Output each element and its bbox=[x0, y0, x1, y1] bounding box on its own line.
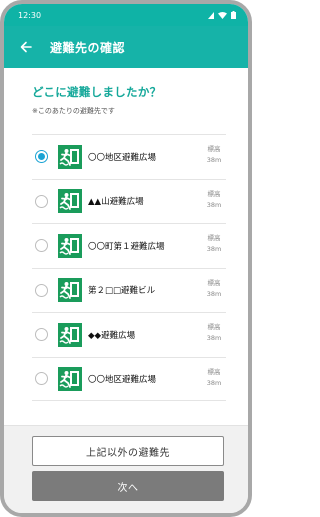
altitude: 標高 38m bbox=[204, 189, 224, 211]
status-bar: 12:30 bbox=[4, 4, 248, 26]
status-icons bbox=[208, 11, 236, 19]
radio-button[interactable] bbox=[35, 239, 48, 253]
altitude-value: 38m bbox=[206, 378, 222, 387]
note-text: ※このあたりの避難先です bbox=[32, 107, 115, 115]
radio-button[interactable] bbox=[35, 372, 48, 386]
evacuation-site-icon bbox=[58, 144, 82, 169]
radio-selected-dot bbox=[38, 153, 45, 161]
evacuation-site-row[interactable]: 〇〇地区避難広場 標高 38m bbox=[32, 356, 226, 401]
altitude-value: 38m bbox=[206, 245, 222, 253]
radio-button[interactable] bbox=[35, 150, 48, 164]
evacuation-site-row[interactable]: ▲▲山避難広場 標高 38m bbox=[32, 178, 226, 224]
evacuation-site-icon bbox=[58, 189, 82, 214]
question-heading: どこに避難しましたか？ bbox=[32, 85, 162, 99]
altitude-value: 38m bbox=[206, 156, 222, 164]
altitude: 標高 38m bbox=[204, 278, 224, 300]
sim-icon bbox=[208, 11, 214, 19]
status-time: 12:30 bbox=[18, 10, 42, 20]
altitude: 標高 38m bbox=[204, 233, 224, 255]
wifi-icon bbox=[218, 11, 227, 19]
battery-icon bbox=[231, 11, 236, 19]
arrow-left-icon bbox=[20, 41, 32, 53]
altitude: 標高 38m bbox=[204, 322, 224, 344]
evacuation-site-icon bbox=[58, 366, 82, 391]
app-bar: 避難先の確認 bbox=[4, 26, 248, 68]
other-site-button[interactable]: 上記以外の避難先 bbox=[32, 436, 224, 466]
altitude-value: 38m bbox=[206, 200, 222, 209]
altitude-value: 38m bbox=[206, 334, 222, 342]
evacuation-site-row[interactable]: 〇〇地区避難広場 標高 38m bbox=[32, 134, 226, 179]
page-title: 避難先の確認 bbox=[50, 40, 126, 55]
evacuation-site-row[interactable]: 第２□□避難ビル 標高 38m bbox=[32, 267, 226, 313]
evacuation-site-row[interactable]: 〇〇町第１避難広場 標高 38m bbox=[32, 223, 226, 268]
evacuation-site-icon bbox=[58, 233, 82, 258]
altitude-label: 標高 bbox=[207, 189, 221, 198]
bottom-panel: 上記以外の避難先 次へ bbox=[4, 425, 248, 513]
altitude: 標高 38m bbox=[204, 367, 224, 389]
radio-button[interactable] bbox=[35, 283, 48, 297]
altitude-label: 標高 bbox=[207, 145, 221, 153]
radio-button[interactable] bbox=[35, 328, 48, 342]
evacuation-site-row[interactable]: ◆◆避難広場 標高 38m bbox=[32, 312, 226, 357]
evacuation-site-icon bbox=[58, 278, 82, 303]
next-button[interactable]: 次へ bbox=[32, 471, 224, 501]
radio-button[interactable] bbox=[35, 194, 48, 208]
altitude-label: 標高 bbox=[207, 367, 221, 376]
phone-frame: 12:30 避難先の確認 どこに避難しましたか？ ※このあたりの避難先です 〇〇… bbox=[0, 0, 252, 517]
altitude-value: 38m bbox=[206, 289, 222, 298]
evacuation-site-list: 〇〇地区避難広場 標高 38m ▲▲山避難広場 標高 38m 〇〇町第１避難広場 標高 38m 第… bbox=[32, 134, 226, 401]
back-button[interactable] bbox=[4, 26, 48, 68]
evacuation-site-icon bbox=[58, 322, 82, 347]
altitude-label: 標高 bbox=[207, 323, 221, 331]
altitude: 標高 38m bbox=[204, 144, 224, 166]
altitude-label: 標高 bbox=[207, 278, 221, 287]
altitude-label: 標高 bbox=[207, 234, 221, 242]
